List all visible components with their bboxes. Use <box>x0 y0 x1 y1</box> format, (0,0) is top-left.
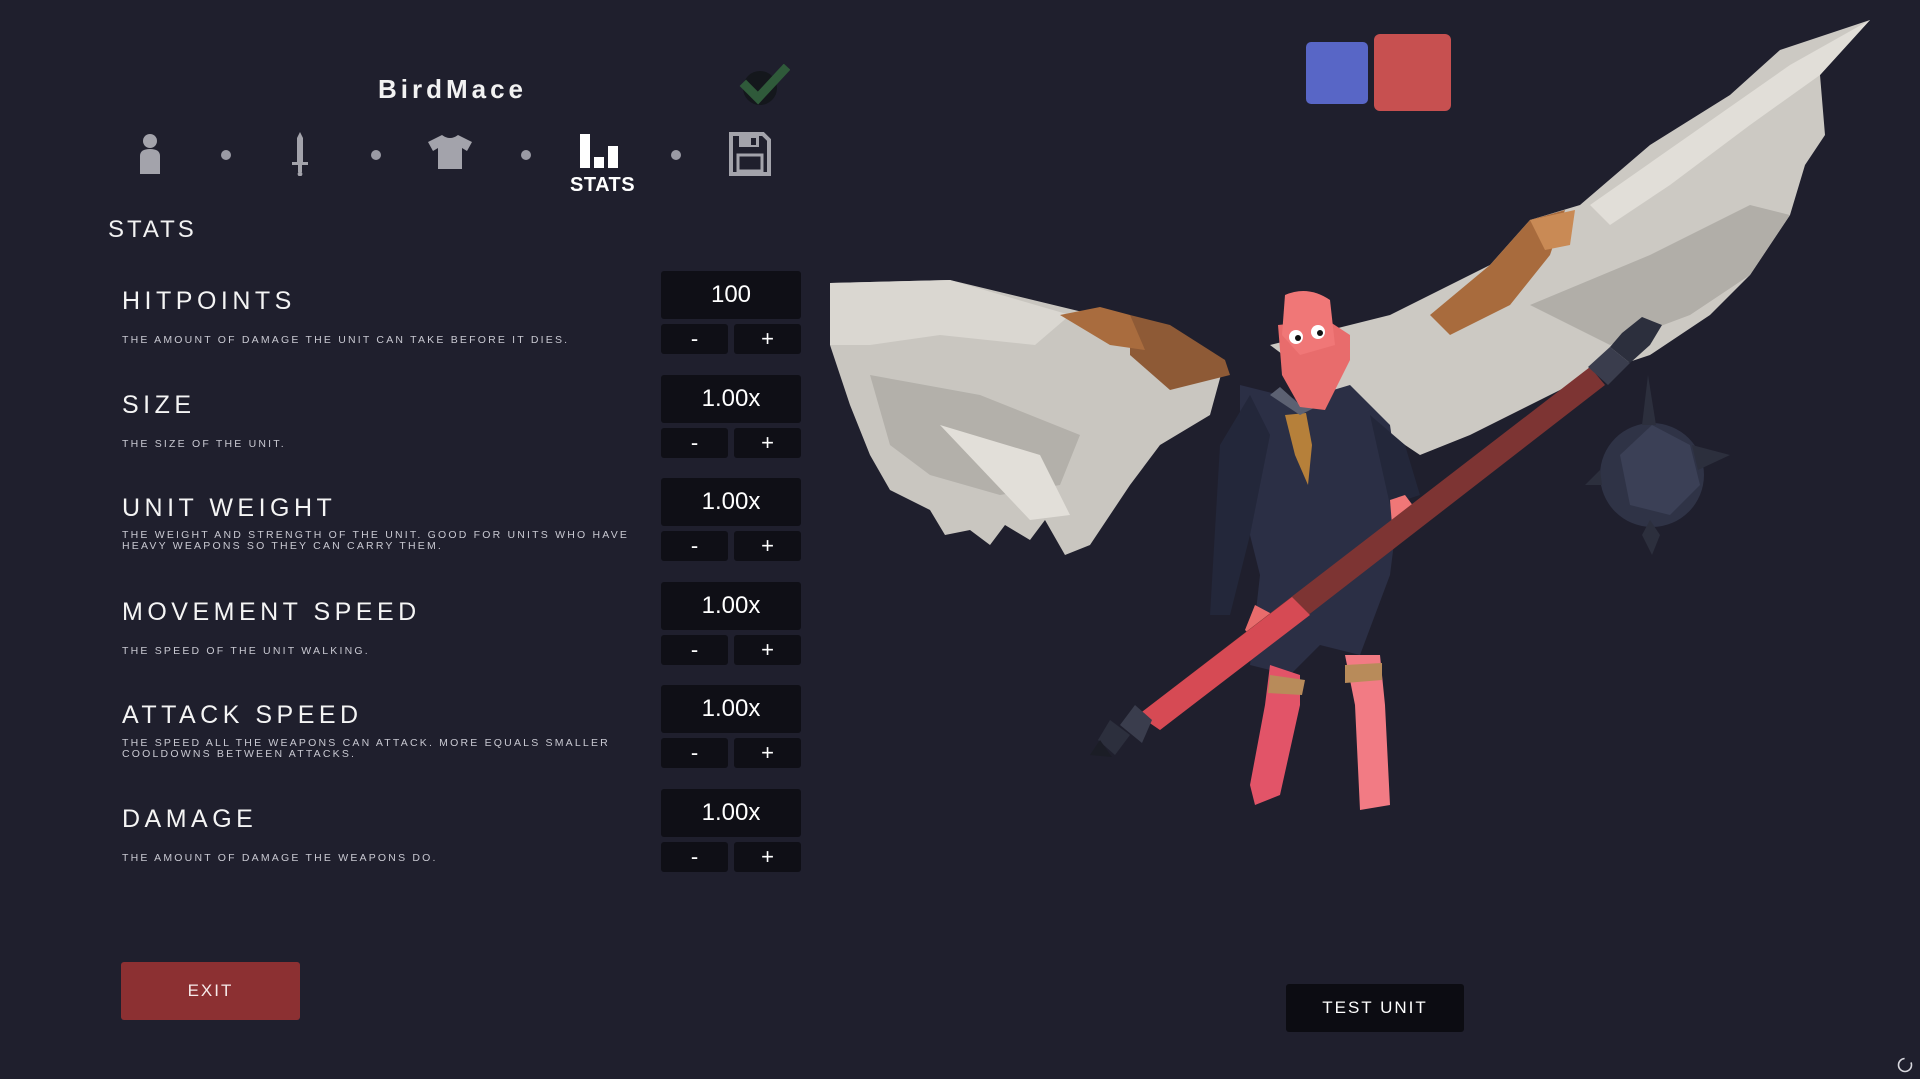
stat-value-field[interactable]: 1.00x <box>661 478 801 526</box>
unit-preview[interactable] <box>830 15 1890 835</box>
decrease-button[interactable]: - <box>661 324 728 354</box>
stat-description: THE AMOUNT OF DAMAGE THE WEAPONS DO. <box>122 852 438 864</box>
test-unit-button[interactable]: TEST UNIT <box>1286 984 1464 1032</box>
step-clothing[interactable] <box>420 134 480 214</box>
section-title: STATS <box>108 216 197 243</box>
unit-name-title[interactable]: BirdMace <box>300 74 605 105</box>
decrease-button[interactable]: - <box>661 531 728 561</box>
stat-row-damage: DAMAGE THE AMOUNT OF DAMAGE THE WEAPONS … <box>122 789 802 893</box>
step-stats-label: STATS <box>570 174 636 196</box>
stat-value-field[interactable]: 1.00x <box>661 582 801 630</box>
stat-name: MOVEMENT SPEED <box>122 598 421 626</box>
step-stats[interactable]: STATS <box>570 132 636 212</box>
stat-description: THE SPEED OF THE UNIT WALKING. <box>122 645 370 657</box>
increase-button[interactable]: + <box>734 428 801 458</box>
save-icon <box>729 132 771 176</box>
stat-row-hitpoints: HITPOINTS THE AMOUNT OF DAMAGE THE UNIT … <box>122 271 802 375</box>
step-separator <box>521 150 531 160</box>
stat-value-field[interactable]: 1.00x <box>661 375 801 423</box>
stat-description: THE AMOUNT OF DAMAGE THE UNIT CAN TAKE B… <box>122 334 570 346</box>
stat-name: UNIT WEIGHT <box>122 494 337 522</box>
person-icon <box>140 134 160 174</box>
increase-button[interactable]: + <box>734 738 801 768</box>
stat-row-size: SIZE THE SIZE OF THE UNIT. 1.00x - + <box>122 375 802 479</box>
stat-value-field[interactable]: 100 <box>661 271 801 319</box>
step-separator <box>671 150 681 160</box>
decrease-button[interactable]: - <box>661 635 728 665</box>
editor-steps: STATS <box>120 128 780 208</box>
check-icon[interactable] <box>738 64 790 108</box>
stat-value-field[interactable]: 1.00x <box>661 789 801 837</box>
decrease-button[interactable]: - <box>661 738 728 768</box>
bar-chart-icon <box>580 134 618 168</box>
stat-description: THE WEIGHT AND STRENGTH OF THE UNIT. GOO… <box>122 529 630 552</box>
step-separator <box>371 150 381 160</box>
decrease-button[interactable]: - <box>661 428 728 458</box>
step-weapons[interactable] <box>270 132 330 212</box>
stat-row-attack-speed: ATTACK SPEED THE SPEED ALL THE WEAPONS C… <box>122 685 802 789</box>
sword-icon <box>292 132 308 176</box>
stat-name: DAMAGE <box>122 805 258 833</box>
stat-description: THE SIZE OF THE UNIT. <box>122 438 286 450</box>
stat-name: HITPOINTS <box>122 287 296 315</box>
exit-button[interactable]: EXIT <box>121 962 300 1020</box>
increase-button[interactable]: + <box>734 324 801 354</box>
step-separator <box>221 150 231 160</box>
stat-name: SIZE <box>122 391 196 419</box>
stat-row-unit-weight: UNIT WEIGHT THE WEIGHT AND STRENGTH OF T… <box>122 478 802 582</box>
left-wing <box>830 280 1230 555</box>
loading-icon <box>1897 1057 1913 1073</box>
stat-value-field[interactable]: 1.00x <box>661 685 801 733</box>
increase-button[interactable]: + <box>734 531 801 561</box>
increase-button[interactable]: + <box>734 842 801 872</box>
step-save[interactable] <box>720 132 780 212</box>
stat-name: ATTACK SPEED <box>122 701 363 729</box>
shirt-icon <box>428 135 472 169</box>
stat-description: THE SPEED ALL THE WEAPONS CAN ATTACK. MO… <box>122 737 610 760</box>
stat-row-movement-speed: MOVEMENT SPEED THE SPEED OF THE UNIT WAL… <box>122 582 802 686</box>
increase-button[interactable]: + <box>734 635 801 665</box>
step-unit-base[interactable] <box>120 132 180 212</box>
decrease-button[interactable]: - <box>661 842 728 872</box>
